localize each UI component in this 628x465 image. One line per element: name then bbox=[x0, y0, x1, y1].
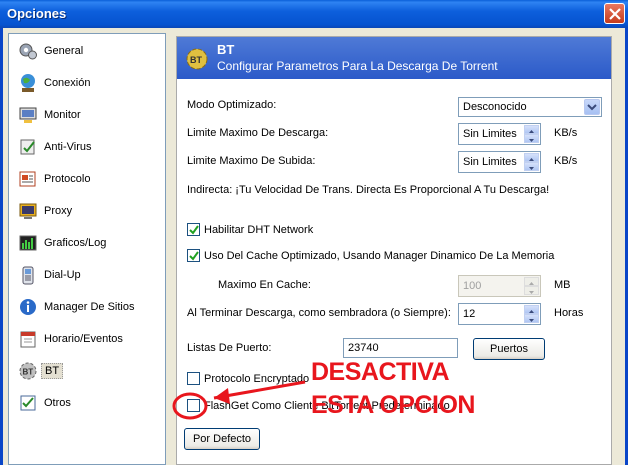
arrowhead-icon bbox=[214, 388, 230, 404]
annotation-circle bbox=[172, 392, 208, 420]
annotation-line-1: DESACTIVA bbox=[311, 358, 450, 386]
annotation-line-2: ESTA OPCION bbox=[311, 391, 475, 419]
